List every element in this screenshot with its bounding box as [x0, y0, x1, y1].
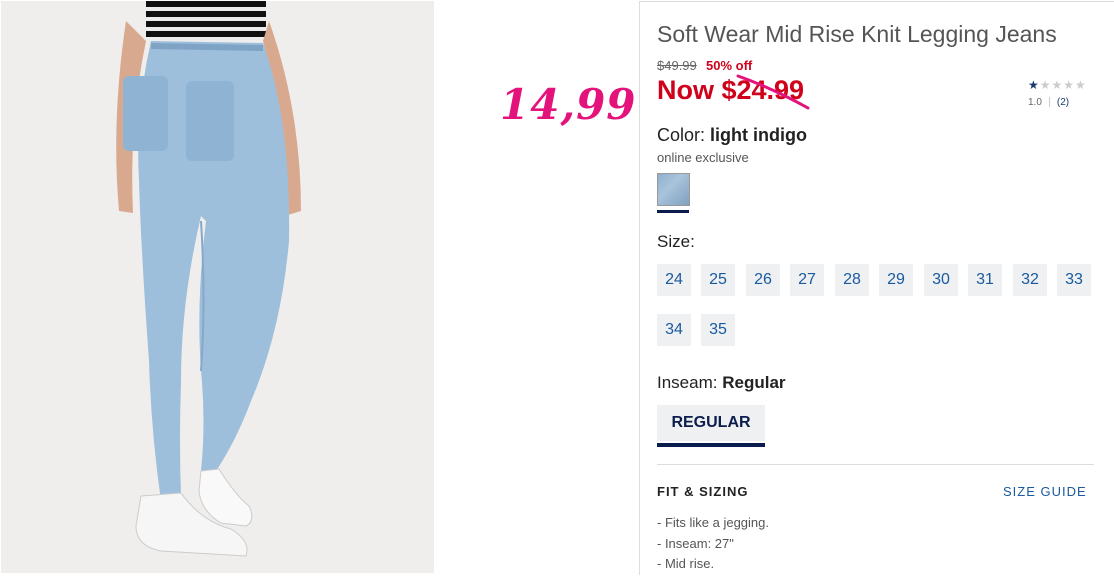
size-option-31[interactable]: 31 [968, 264, 1002, 296]
size-option-27[interactable]: 27 [790, 264, 824, 296]
rating-divider [1048, 97, 1050, 108]
star-empty-icon: ★★★★ [1039, 78, 1087, 92]
size-option-26[interactable]: 26 [746, 264, 780, 296]
star-rating[interactable]: ★★★★★ [1028, 78, 1087, 92]
original-price: $49.99 [657, 58, 697, 73]
size-option-35[interactable]: 35 [701, 314, 735, 346]
size-option-34[interactable]: 34 [657, 314, 691, 346]
list-item: - Mid rise. [657, 556, 715, 571]
jeans-photo-illustration [1, 1, 434, 573]
inseam-label: Inseam: Regular [657, 373, 786, 393]
color-swatch-light-indigo[interactable] [657, 173, 690, 206]
size-option-25[interactable]: 25 [701, 264, 735, 296]
inseam-option-regular[interactable]: REGULAR [657, 405, 765, 441]
strikethrough-mark [736, 74, 810, 110]
rating-value: 1.0 [1028, 97, 1042, 108]
fit-details-list: - Fits like a jegging. - Inseam: 27" - M… [657, 515, 769, 577]
color-value: light indigo [710, 125, 808, 145]
inseam-value: Regular [722, 373, 786, 392]
striped-shirt [146, 1, 266, 41]
online-exclusive-note: online exclusive [657, 150, 749, 165]
list-item: - Fits like a jegging. [657, 515, 769, 530]
size-guide-link[interactable]: SIZE GUIDE [1003, 484, 1087, 499]
size-option-30[interactable]: 30 [924, 264, 958, 296]
swatch-selected-indicator [657, 210, 689, 213]
size-option-33[interactable]: 33 [1057, 264, 1091, 296]
color-label: Color: light indigo [657, 125, 807, 146]
section-divider [657, 464, 1094, 465]
fit-sizing-heading: FIT & SIZING [657, 484, 749, 499]
size-label: Size: [657, 232, 695, 251]
product-title: Soft Wear Mid Rise Knit Legging Jeans [657, 21, 1057, 47]
review-count-link[interactable]: (2) [1057, 97, 1069, 108]
inseam-selected-indicator [657, 443, 765, 447]
size-option-29[interactable]: 29 [879, 264, 913, 296]
list-item: - Inseam: 27" [657, 535, 734, 551]
product-image[interactable] [1, 1, 434, 573]
rating-summary: 1.0 (2) [1028, 97, 1069, 108]
size-option-32[interactable]: 32 [1013, 264, 1047, 296]
size-option-28[interactable]: 28 [835, 264, 869, 296]
size-option-24[interactable]: 24 [657, 264, 691, 296]
color-label-text: Color: [657, 125, 706, 145]
product-details-panel: Soft Wear Mid Rise Knit Legging Jeans $4… [639, 1, 1114, 575]
handwritten-price-annotation: 14,99 [500, 80, 637, 129]
inseam-label-text: Inseam: [657, 373, 718, 392]
star-filled-icon: ★ [1028, 78, 1040, 92]
